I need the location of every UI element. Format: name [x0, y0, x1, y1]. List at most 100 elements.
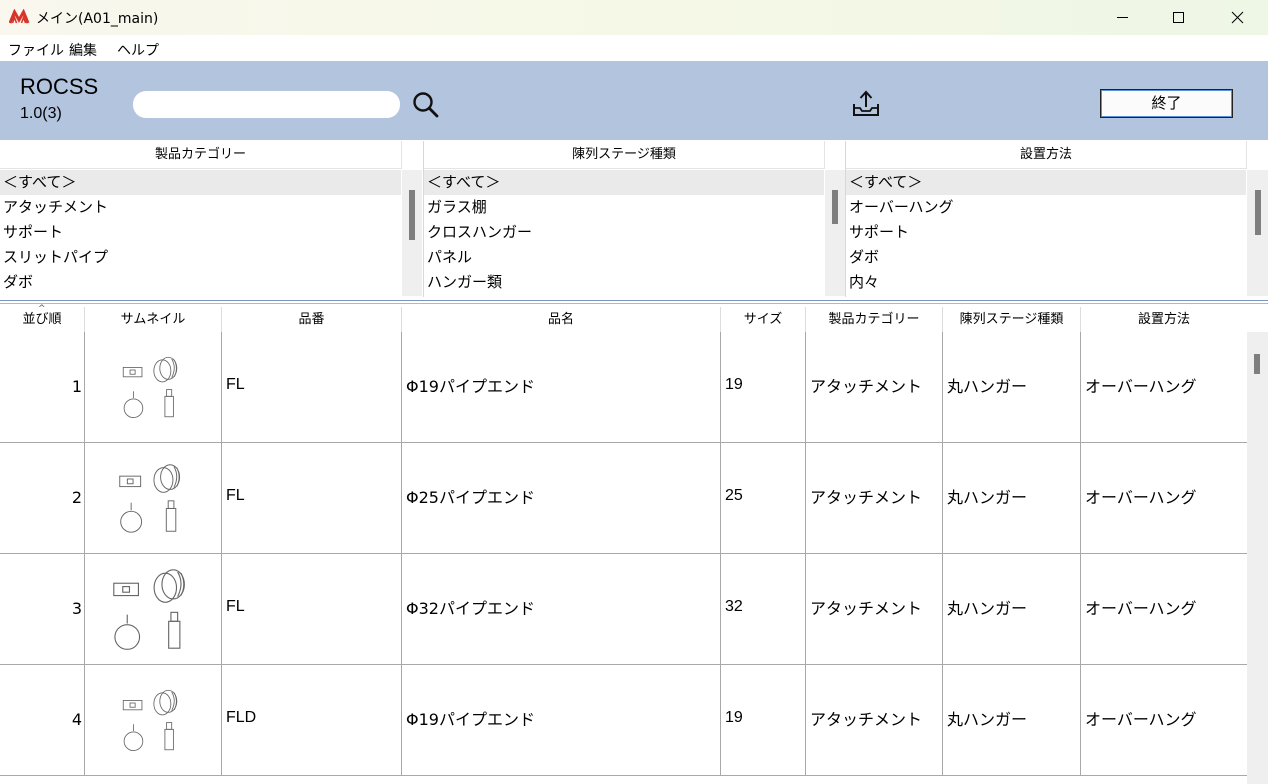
table-row[interactable]: 3 FL Φ32パイプエンド 32 アタッチメント 丸ハンガー オーバーハング: [0, 554, 1247, 665]
filter-method-header: 設置方法: [846, 141, 1246, 169]
filter-method-scrollbar[interactable]: [1247, 170, 1268, 296]
cell-category: アタッチメント: [806, 443, 943, 553]
col-header-thumbnail[interactable]: サムネイル: [85, 307, 222, 332]
cell-method: オーバーハング: [1085, 599, 1197, 618]
col-header-category[interactable]: 製品カテゴリー: [806, 307, 943, 332]
pane-splitter[interactable]: [0, 297, 1268, 306]
col-header-stage[interactable]: 陳列ステージ種類: [943, 307, 1081, 332]
cell-stage: 丸ハンガー: [943, 332, 1081, 442]
cell-stage: 丸ハンガー: [943, 443, 1081, 553]
minimize-icon: [1117, 17, 1128, 18]
window-title: メイン(A01_main): [36, 11, 159, 27]
grid-scrollbar[interactable]: [1247, 332, 1268, 784]
menu-file[interactable]: ファイル: [8, 40, 64, 60]
col-header-part-no[interactable]: 品番: [222, 307, 402, 332]
pipe-end-thumbnail-icon: [113, 569, 185, 650]
cell-part-no: FLD: [222, 665, 402, 775]
filter-method: 設置方法 ＜すべて＞ オーバーハング サポート ダボ 内々: [846, 141, 1268, 297]
col-header-method[interactable]: 設置方法: [1081, 307, 1247, 332]
scrollbar-thumb[interactable]: [832, 190, 838, 224]
cell-name: Φ25パイプエンド: [402, 443, 721, 553]
search-icon: [413, 92, 439, 118]
filter-divider[interactable]: [845, 141, 846, 297]
cell-thumbnail: [85, 554, 222, 664]
app-version: 1.0(3): [20, 105, 62, 122]
list-item[interactable]: パネル: [424, 245, 824, 270]
filter-header-spacer: [824, 141, 845, 169]
cell-size: 19: [721, 332, 806, 442]
toolbar: ROCSS 1.0(3) 終了: [0, 61, 1268, 140]
list-item[interactable]: ＜すべて＞: [846, 170, 1246, 195]
export-button[interactable]: [849, 87, 883, 121]
cell-method: オーバーハング: [1085, 377, 1197, 396]
app-logo-icon: [9, 9, 30, 24]
filter-category-list[interactable]: ＜すべて＞ アタッチメント サポート スリットパイプ ダボ: [0, 170, 401, 295]
list-item[interactable]: 内々: [846, 270, 1246, 295]
scrollbar-thumb[interactable]: [1254, 354, 1260, 374]
cell-part-no: FL: [222, 443, 402, 553]
minimize-button[interactable]: [1094, 0, 1152, 35]
close-icon: [1231, 11, 1244, 24]
cell-thumbnail: [85, 665, 222, 775]
search-input[interactable]: [133, 91, 400, 118]
list-item[interactable]: ＜すべて＞: [424, 170, 824, 195]
list-item[interactable]: サポート: [0, 220, 401, 245]
cell-part-no: FL: [222, 332, 402, 442]
pipe-end-thumbnail-icon: [122, 689, 178, 752]
filter-stage-list[interactable]: ＜すべて＞ ガラス棚 クロスハンガー パネル ハンガー類: [424, 170, 824, 295]
list-item[interactable]: クロスハンガー: [424, 220, 824, 245]
table-row[interactable]: 4 FLD Φ19パイプエンド 19 アタッチメント 丸ハンガー オーバーハング: [0, 665, 1247, 776]
cell-method: オーバーハング: [1085, 710, 1197, 729]
filter-stage-header: 陳列ステージ種類: [424, 141, 824, 169]
cell-size: 19: [721, 665, 806, 775]
list-item[interactable]: ＜すべて＞: [0, 170, 401, 195]
filter-divider[interactable]: [423, 141, 424, 297]
cell-name: Φ19パイプエンド: [402, 665, 721, 775]
cell-category: アタッチメント: [806, 665, 943, 775]
cell-order: 3: [0, 554, 85, 664]
scrollbar-thumb[interactable]: [409, 190, 415, 240]
col-header-size[interactable]: サイズ: [721, 307, 806, 332]
list-item[interactable]: スリットパイプ: [0, 245, 401, 270]
table-row[interactable]: 1 FL Φ19パイプエンド 19 アタッチメント 丸ハンガー オーバーハング: [0, 332, 1247, 443]
filter-method-list[interactable]: ＜すべて＞ オーバーハング サポート ダボ 内々: [846, 170, 1246, 295]
cell-category: アタッチメント: [806, 332, 943, 442]
cell-size: 32: [721, 554, 806, 664]
cell-stage: 丸ハンガー: [943, 554, 1081, 664]
pipe-end-thumbnail-icon: [122, 356, 178, 419]
menu-edit[interactable]: 編集: [69, 40, 97, 60]
upload-tray-icon: [853, 90, 879, 116]
title-bar: メイン(A01_main): [0, 0, 1268, 35]
list-item[interactable]: ハンガー類: [424, 270, 824, 295]
cell-thumbnail: [85, 332, 222, 442]
app-name: ROCSS: [20, 74, 99, 99]
close-button[interactable]: [1209, 0, 1267, 35]
list-item[interactable]: サポート: [846, 220, 1246, 245]
filter-stage-scrollbar[interactable]: [825, 170, 845, 296]
list-item[interactable]: ダボ: [0, 270, 401, 295]
filter-category: 製品カテゴリー ＜すべて＞ アタッチメント サポート スリットパイプ ダボ: [0, 141, 423, 297]
exit-button[interactable]: 終了: [1100, 89, 1233, 118]
menu-help[interactable]: ヘルプ: [117, 40, 159, 60]
list-item[interactable]: オーバーハング: [846, 195, 1246, 220]
sort-ascending-icon: ^: [38, 304, 46, 314]
cell-method: オーバーハング: [1085, 488, 1197, 507]
list-item[interactable]: ガラス棚: [424, 195, 824, 220]
cell-part-no: FL: [222, 554, 402, 664]
col-header-name[interactable]: 品名: [402, 307, 721, 332]
table-row[interactable]: 2 FL Φ25パイプエンド 25 アタッチメント 丸ハンガー オーバーハング: [0, 443, 1247, 554]
filter-category-scrollbar[interactable]: [402, 170, 422, 296]
cell-stage: 丸ハンガー: [943, 665, 1081, 775]
list-item[interactable]: アタッチメント: [0, 195, 401, 220]
menu-bar: ファイル 編集 ヘルプ: [0, 35, 1268, 61]
scrollbar-thumb[interactable]: [1255, 190, 1261, 235]
cell-category: アタッチメント: [806, 554, 943, 664]
maximize-button[interactable]: [1150, 0, 1208, 35]
splitter-line: [0, 300, 1268, 301]
cell-thumbnail: [85, 443, 222, 553]
grid-header: 並び順 サムネイル 品番 品名 サイズ 製品カテゴリー 陳列ステージ種類 設置方…: [0, 307, 1268, 332]
list-item[interactable]: ダボ: [846, 245, 1246, 270]
cell-size: 25: [721, 443, 806, 553]
cell-order: 1: [0, 332, 85, 442]
search-button[interactable]: [410, 89, 442, 121]
